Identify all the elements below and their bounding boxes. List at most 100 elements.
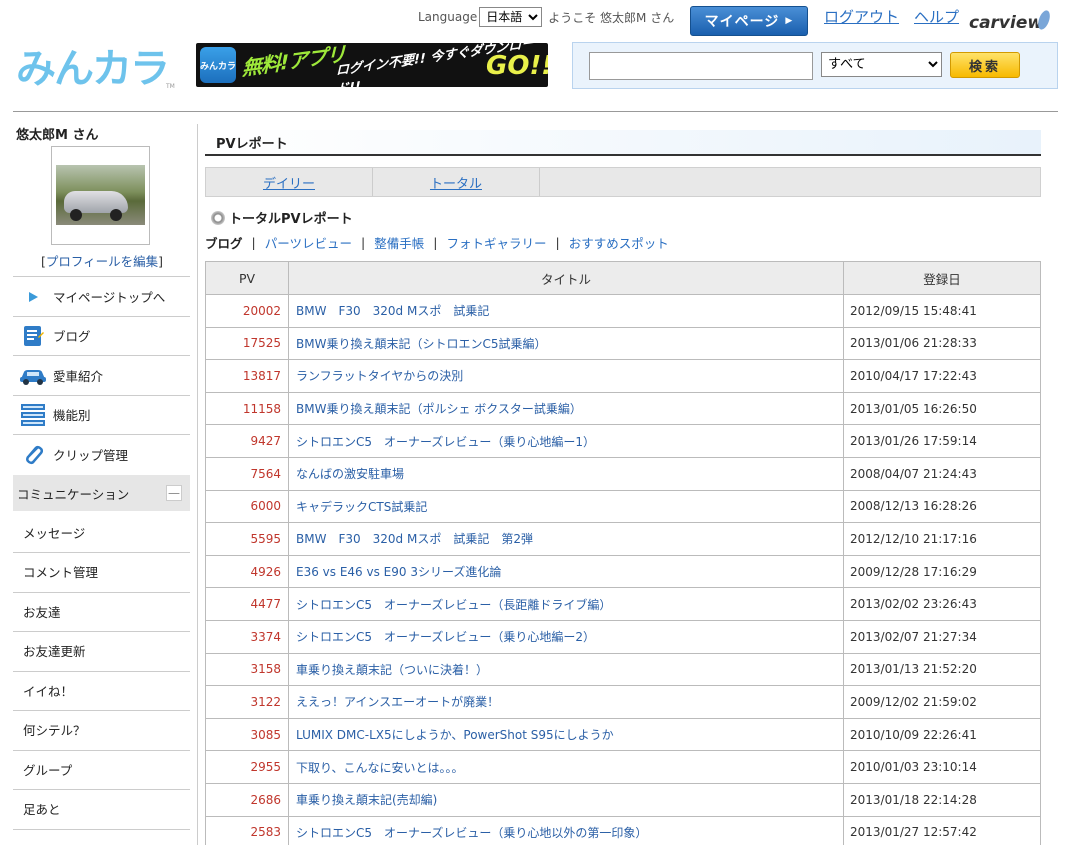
profile-photo[interactable] [51,146,150,245]
sidebar-item-mypage-top[interactable]: マイページトップへ [13,277,190,316]
search-scope-select[interactable]: すべて [821,52,942,77]
post-title-cell: BMW F30 320d Mスポ 試乗記 [288,294,844,328]
column-header-pv: PV [205,261,289,295]
community-section-header[interactable]: コミュニケーション — [13,475,190,511]
post-title-link[interactable]: シトロエンC5 オーナーズレビュー（長距離ドライブ編） [296,598,611,612]
sidebar-item-label: 何シテル？ [23,723,86,738]
post-title-link[interactable]: キャデラックCTS試乗記 [296,500,427,514]
search-button[interactable]: 検索 [950,52,1020,78]
post-title-link[interactable]: 車乗り換え顛末記（ついに決着！） [296,663,488,677]
sidebar-item-footprints[interactable]: 足あと [13,789,190,828]
table-row: 11158 BMW乗り換え顛末記（ポルシェ ボクスター試乗編） 2013/01/05… [205,391,1041,426]
pv-count: 11158 [205,391,289,426]
category-parts-review[interactable]: パーツレビュー [265,233,352,252]
post-title-cell: シトロエンC5 オーナーズレビュー（長距離ドライブ編） [288,587,844,621]
sidebar-item-comments[interactable]: コメント管理 [13,552,190,591]
divider [13,829,190,830]
triangle-right-icon [19,285,47,309]
header-divider [13,111,1058,112]
post-title-link[interactable]: シトロエンC5 オーナーズレビュー（乗り心地編ー2） [296,630,595,644]
sidebar-item-label: グループ [23,763,73,778]
sidebar-item-groups[interactable]: グループ [13,750,190,789]
post-title-cell: シトロエンC5 オーナーズレビュー（乗り心地編ー1） [288,424,844,458]
sidebar-item-label: お友達更新 [23,644,86,659]
post-date: 2013/01/18 22:14:28 [843,782,1041,817]
sidebar-item-label: マイページトップへ [53,290,166,305]
post-title-link[interactable]: BMW乗り換え顛末記（シトロエンC5試乗編） [296,337,546,351]
category-maintenance[interactable]: 整備手帳 [374,233,424,252]
post-title-cell: 車乗り換え顛末記(売却編) [288,782,844,817]
post-title-link[interactable]: ええっ！アインスエーオートが廃業！ [296,695,499,709]
table-row: 4477 シトロエンC5 オーナーズレビュー（長距離ドライブ編） 2013/02/0… [205,587,1041,621]
post-title-link[interactable]: シトロエンC5 オーナーズレビュー（乗り心地以外の第一印象） [296,826,647,840]
table-body: 20002 BMW F30 320d Mスポ 試乗記 2012/09/15 15:4… [205,294,1041,845]
post-title-link[interactable]: LUMIX DMC-LX5にしようか、PowerShot S95にしようか [296,728,614,742]
table-row: 3158 車乗り換え顛末記（ついに決着！） 2013/01/13 21:52:20 [205,652,1041,687]
post-title-cell: シトロエンC5 オーナーズレビュー（乗り心地編ー2） [288,619,844,654]
post-title-link[interactable]: シトロエンC5 オーナーズレビュー（乗り心地編ー1） [296,435,595,449]
sidebar-item-blog[interactable]: ブログ [13,316,190,355]
pv-table: PV タイトル 登録日 20002 BMW F30 320d Mスポ 試乗記 201… [205,261,1041,845]
tab-total[interactable]: トータル [373,168,540,196]
page-header: Language 日本語 ようこそ 悠太郎M さん マイページ ▶ ログアウト ヘ… [0,0,1067,112]
sidebar-item-features[interactable]: 機能別 [13,395,190,434]
edit-profile: [プロフィールを編集] [41,254,164,269]
table-row: 20002 BMW F30 320d Mスポ 試乗記 2012/09/15 15:4… [205,294,1041,328]
post-title-link[interactable]: BMW F30 320d Mスポ 試乗記 [296,304,489,318]
sidebar-item-friends[interactable]: お友達 [13,592,190,631]
category-photo-gallery[interactable]: フォトギャラリー [446,233,546,252]
logout-link[interactable]: ログアウト [824,6,899,27]
pv-count: 7564 [205,456,289,491]
help-link[interactable]: ヘルプ [914,6,959,27]
sidebar-item-friend-updates[interactable]: お友達更新 [13,631,190,670]
minkara-logo[interactable]: みんカラ TM [14,38,182,92]
app-download-banner[interactable]: みんカラ 無料!アプリ ログイン不要!! 今すぐダウンロード!! GO!! [196,43,548,87]
post-title-link[interactable]: BMW F30 320d Mスポ 試乗記 第2弾 [296,532,533,546]
radio-bullet-icon [211,210,225,225]
mypage-button[interactable]: マイページ ▶ [690,6,808,36]
pv-count: 3085 [205,717,289,752]
pv-count: 5595 [205,522,289,556]
post-title-link[interactable]: なんばの激安駐車場 [296,467,404,481]
post-title-cell: キャデラックCTS試乗記 [288,489,844,524]
post-title-link[interactable]: BMW乗り換え顛末記（ポルシェ ボクスター試乗編） [296,402,582,416]
post-date: 2009/12/28 17:16:29 [843,554,1041,589]
post-title-cell: LUMIX DMC-LX5にしようか、PowerShot S95にしようか [288,717,844,752]
table-row: 2955 下取り、こんなに安いとは。。。 2010/01/03 23:10:14 [205,750,1041,784]
svg-text:TM: TM [165,83,175,90]
svg-text:みんカラ: みんカラ [16,46,168,92]
table-row: 4926 E36 vs E46 vs E90 3シリーズ進化論 2009/12/28… [205,554,1041,589]
table-row: 17525 BMW乗り換え顛末記（シトロエンC5試乗編） 2013/01/06 21… [205,326,1041,361]
post-title-cell: シトロエンC5 オーナーズレビュー（乗り心地以外の第一印象） [288,815,844,845]
edit-profile-link[interactable]: プロフィールを編集 [46,254,158,269]
carview-logo[interactable]: carview [968,6,1060,36]
post-title-cell: BMW F30 320d Mスポ 試乗記 第2弾 [288,522,844,556]
post-date: 2010/01/03 23:10:14 [843,750,1041,784]
post-title-link[interactable]: ランフラットタイヤからの決別 [296,369,463,383]
post-date: 2013/02/07 21:27:34 [843,619,1041,654]
post-title-link[interactable]: 車乗り換え顛末記(売却編) [296,793,437,807]
category-recommended-spots[interactable]: おすすめスポット [569,233,669,252]
sidebar-item-likes[interactable]: イイね！ [13,671,190,710]
sidebar-item-messages[interactable]: メッセージ [13,513,190,552]
pv-count: 3158 [205,652,289,687]
post-title-link[interactable]: E36 vs E46 vs E90 3シリーズ進化論 [296,565,501,579]
sidebar-item-label: クリップ管理 [53,448,129,463]
tab-daily[interactable]: デイリー [206,168,373,196]
pv-count: 2583 [205,815,289,845]
table-row: 5595 BMW F30 320d Mスポ 試乗記 第2弾 2012/12/10 2… [205,522,1041,556]
sidebar-item-nanishiteru[interactable]: 何シテル？ [13,710,190,749]
column-divider [197,124,198,845]
community-header-label: コミュニケーション [17,486,130,502]
language-select[interactable]: 日本語 [479,7,543,27]
sidebar-item-clip[interactable]: クリップ管理 [13,435,190,474]
post-date: 2013/01/26 17:59:14 [843,424,1041,458]
collapse-icon[interactable]: — [166,485,182,501]
post-title-link[interactable]: 下取り、こんなに安いとは。。。 [296,761,464,775]
table-header-row: PV タイトル 登録日 [205,261,1041,295]
sidebar-item-car[interactable]: 愛車紹介 [13,356,190,395]
pv-count: 4926 [205,554,289,589]
search-input[interactable] [589,52,813,80]
report-heading-label: トータルPVレポート [229,212,353,227]
tab-bar: デイリー トータル [205,167,1041,197]
